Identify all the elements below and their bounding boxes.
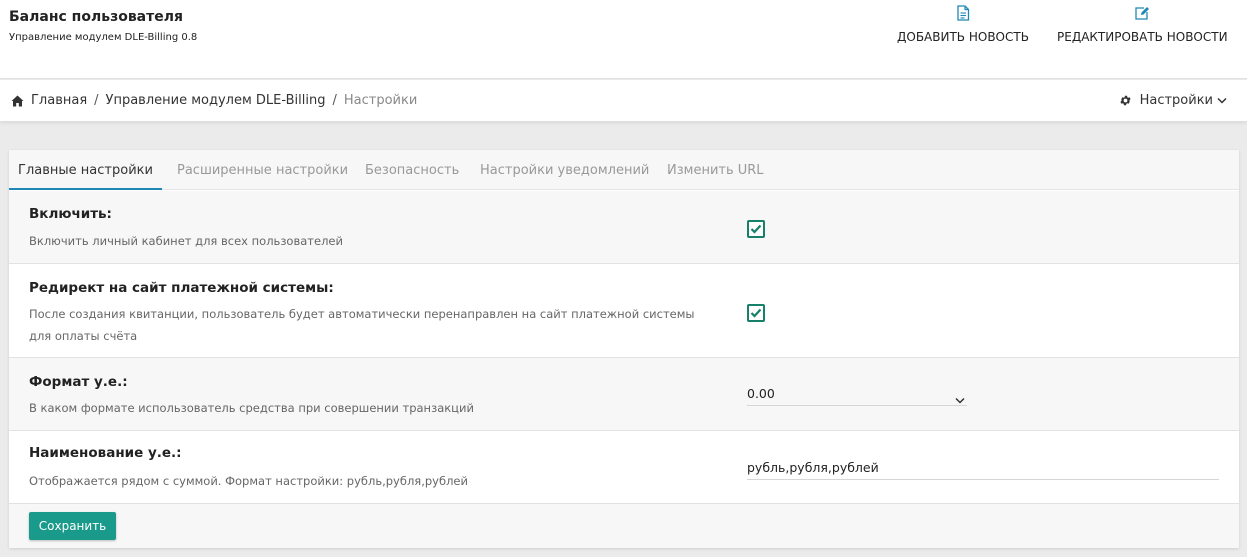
- edit-news-button[interactable]: РЕДАКТИРОВАТЬ НОВОСТИ: [1057, 5, 1228, 44]
- tab-change-url[interactable]: Изменить URL: [667, 150, 764, 190]
- tab-advanced-settings[interactable]: Расширенные настройки: [177, 150, 348, 190]
- breadcrumb-home[interactable]: Главная: [31, 93, 87, 108]
- tab-notification-settings[interactable]: Настройки уведомлений: [480, 150, 649, 190]
- page-subtitle: Управление модулем DLE-Billing 0.8: [9, 32, 198, 43]
- settings-panel: Главные настройки Расширенные настройки …: [9, 150, 1239, 548]
- chevron-down-icon: [1217, 97, 1227, 104]
- breadcrumb-module[interactable]: Управление модулем DLE-Billing: [106, 93, 326, 108]
- breadcrumb-separator: /: [332, 93, 337, 108]
- redirect-checkbox[interactable]: [747, 304, 765, 322]
- setting-description: В каком формате использователь средства …: [29, 401, 474, 415]
- page-title: Баланс пользователя: [9, 9, 183, 25]
- setting-label: Формат у.е.:: [29, 374, 128, 390]
- edit-news-label: РЕДАКТИРОВАТЬ НОВОСТИ: [1057, 30, 1228, 44]
- add-news-label: ДОБАВИТЬ НОВОСТЬ: [897, 30, 1029, 44]
- edit-icon: [1135, 7, 1150, 20]
- setting-description: Включить личный кабинет для всех пользов…: [29, 234, 343, 248]
- tab-security[interactable]: Безопасность: [365, 150, 459, 190]
- tab-bar: Главные настройки Расширенные настройки …: [9, 150, 1239, 190]
- currency-name-input[interactable]: [747, 456, 1219, 480]
- gear-icon: [1119, 94, 1132, 107]
- setting-label: Наименование у.е.:: [29, 445, 182, 461]
- setting-label: Редирект на сайт платежной системы:: [29, 280, 334, 296]
- add-news-button[interactable]: ДОБАВИТЬ НОВОСТЬ: [897, 5, 1029, 44]
- check-icon: [750, 224, 762, 234]
- settings-menu-button[interactable]: Настройки: [1119, 93, 1227, 108]
- settings-menu-label: Настройки: [1139, 93, 1213, 108]
- setting-row-redirect: Редирект на сайт платежной системы: Посл…: [9, 264, 1239, 358]
- check-icon: [750, 308, 762, 318]
- setting-label: Включить:: [29, 206, 112, 222]
- home-icon: [11, 95, 24, 107]
- top-header: Баланс пользователя Управление модулем D…: [0, 0, 1247, 79]
- enable-checkbox[interactable]: [747, 220, 765, 238]
- setting-row-currency-name: Наименование у.е.: Отображается рядом с …: [9, 431, 1239, 504]
- breadcrumb: Главная / Управление модулем DLE-Billing…: [11, 93, 417, 108]
- setting-description: После создания квитанции, пользователь б…: [29, 307, 695, 343]
- currency-format-select[interactable]: 0.00: [747, 382, 967, 406]
- breadcrumb-bar: Главная / Управление модулем DLE-Billing…: [0, 80, 1247, 121]
- setting-description: Отображается рядом с суммой. Формат наст…: [29, 474, 468, 488]
- file-text-icon: [957, 5, 970, 21]
- form-footer: Сохранить: [9, 504, 1239, 548]
- breadcrumb-separator: /: [94, 93, 99, 108]
- currency-format-value: 0.00: [747, 386, 775, 401]
- setting-row-currency-format: Формат у.е.: В каком формате использоват…: [9, 358, 1239, 431]
- chevron-down-icon: [955, 388, 965, 412]
- tab-main-settings[interactable]: Главные настройки: [9, 150, 162, 190]
- setting-row-enable: Включить: Включить личный кабинет для вс…: [9, 191, 1239, 264]
- save-button[interactable]: Сохранить: [29, 512, 116, 540]
- breadcrumb-current: Настройки: [343, 93, 418, 108]
